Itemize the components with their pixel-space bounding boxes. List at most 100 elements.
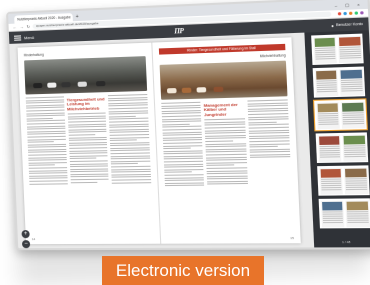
page-thumbnail[interactable] — [315, 132, 369, 164]
text-line — [109, 120, 148, 123]
thumbnail-text-line — [314, 57, 336, 60]
text-line — [204, 126, 245, 129]
zoom-out-button[interactable]: − — [21, 240, 31, 249]
text-line — [247, 113, 289, 116]
text-line — [249, 151, 291, 153]
thumbnail-image — [315, 70, 337, 80]
cow-shape — [33, 82, 43, 89]
window-controls[interactable]: – ▢ × — [334, 0, 367, 10]
right-text-columns: Management der Kälber und Jungrinder — [160, 99, 292, 188]
text-line — [29, 177, 68, 180]
thumbnail-text-line — [346, 212, 368, 214]
text-line — [69, 165, 108, 168]
text-line — [163, 152, 203, 155]
text-line — [248, 145, 278, 148]
cow-shape — [61, 82, 71, 88]
text-line — [163, 168, 204, 171]
back-arrow-icon[interactable]: ← — [13, 25, 17, 30]
user-label: Benutzer Konto — [335, 21, 364, 28]
right-page[interactable]: Rinder: Tiergesundheit und Fütterung im … — [150, 37, 301, 244]
text-line — [110, 149, 150, 152]
text-line — [205, 153, 247, 156]
magazine-spread[interactable]: Rinderhaltung Tiergesundheit und Leistun — [17, 37, 301, 245]
text-line — [161, 109, 201, 112]
thumbnail-text-line — [320, 180, 342, 182]
extension-icon[interactable] — [342, 11, 347, 16]
text-line — [204, 123, 245, 126]
text-line — [163, 174, 204, 176]
extension-icon[interactable] — [353, 11, 359, 16]
text-line — [248, 140, 290, 143]
barn-photo — [24, 56, 147, 95]
extension-icon[interactable] — [359, 10, 364, 15]
thumbnail-text-line — [322, 219, 344, 221]
main-area: Rinderhaltung Tiergesundheit und Leistun — [9, 30, 370, 249]
text-line — [70, 181, 98, 183]
text-line — [109, 128, 149, 131]
text-line — [163, 155, 203, 158]
text-line — [162, 136, 202, 139]
text-line — [26, 114, 65, 117]
text-line — [108, 104, 148, 107]
reload-icon[interactable]: ↻ — [27, 24, 31, 29]
text-line — [160, 104, 201, 107]
extension-icon[interactable] — [337, 11, 342, 16]
page-thumbnail[interactable] — [311, 33, 364, 65]
text-line — [247, 118, 289, 121]
text-line — [162, 131, 202, 134]
left-page[interactable]: Rinderhaltung Tiergesundheit und Leistun — [18, 43, 160, 245]
thumbnail-text-line — [345, 179, 367, 182]
extension-icon[interactable] — [348, 11, 353, 16]
thumbnail-text-line — [345, 177, 367, 179]
text-line — [111, 181, 151, 184]
text-line — [204, 132, 246, 134]
page-thumbnails[interactable]: 1 / 48 — [304, 30, 370, 248]
text-line — [204, 129, 246, 132]
text-line — [108, 99, 148, 102]
menu-button[interactable]: Menü — [13, 34, 34, 41]
page-thumbnail[interactable] — [317, 165, 370, 196]
text-line — [164, 176, 204, 179]
text-line — [247, 121, 277, 124]
text-column — [246, 99, 292, 187]
text-line — [206, 164, 235, 167]
text-line — [205, 148, 246, 151]
text-line — [164, 179, 204, 182]
text-line — [27, 146, 66, 148]
page-thumbnail[interactable] — [312, 66, 366, 98]
thumbnail-image — [321, 201, 343, 210]
zoom-in-button[interactable]: + — [21, 230, 30, 239]
thumbnail-page — [343, 166, 368, 194]
text-line — [204, 121, 245, 124]
text-line — [27, 143, 66, 146]
text-line — [247, 115, 289, 118]
electronic-version-badge: Electronic version — [102, 256, 264, 285]
thumbnail-image — [314, 37, 336, 47]
forward-arrow-icon[interactable]: → — [20, 24, 24, 29]
text-line — [109, 141, 149, 144]
text-line — [109, 125, 149, 128]
thumbnail-text-line — [319, 155, 341, 158]
user-icon: ● — [330, 22, 334, 28]
thumbnail-text-line — [346, 214, 368, 217]
text-line — [162, 133, 202, 136]
cattle-photo — [159, 60, 288, 100]
text-line — [69, 168, 109, 170]
page-thumbnail-active[interactable] — [312, 98, 368, 132]
text-line — [68, 139, 107, 141]
new-tab-button[interactable]: + — [76, 13, 79, 21]
thumbnail-text-line — [316, 90, 338, 92]
text-line — [26, 117, 54, 120]
magazine-reader[interactable]: Rinderhaltung Tiergesundheit und Leistun — [9, 32, 315, 249]
text-line — [205, 137, 246, 140]
text-line — [26, 125, 65, 128]
text-line — [206, 167, 247, 169]
thumbnail-page — [337, 35, 362, 63]
text-line — [67, 123, 107, 126]
page-thumbnail[interactable] — [318, 198, 370, 229]
text-line — [108, 101, 148, 105]
text-line — [67, 125, 107, 128]
text-line — [206, 169, 247, 172]
user-account-button[interactable]: ● Benutzer Konto — [331, 21, 363, 28]
thumbnail-text-line — [345, 181, 367, 184]
